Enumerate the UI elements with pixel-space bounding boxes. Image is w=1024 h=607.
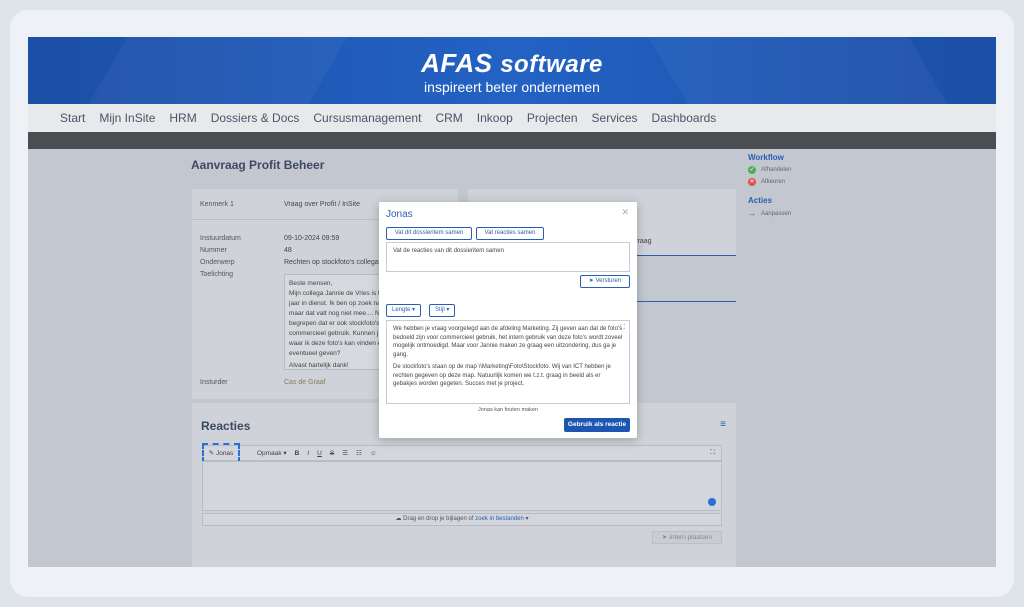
toolbar-strip (28, 132, 996, 149)
nav-crm[interactable]: CRM (435, 111, 462, 125)
kenmerk-label: Kenmerk 1 (200, 201, 234, 208)
nav-cursusmanagement[interactable]: Cursusmanagement (313, 111, 421, 125)
nav-hrm[interactable]: HRM (169, 111, 196, 125)
acties-aanpassen[interactable]: → Aanpassen (748, 209, 791, 218)
italic-icon[interactable]: I (307, 450, 309, 457)
answer-paragraph-2: De stockfoto's staan op de map \\Marketi… (393, 364, 611, 387)
logo-brand: AFAS (421, 48, 493, 78)
fullscreen-icon[interactable]: ⛶ (710, 449, 715, 457)
nav-dashboards[interactable]: Dashboards (652, 111, 717, 125)
sidebar: Workflow ✓ Afhandelen ✕ Afkeuren Acties → A… (748, 153, 791, 222)
intern-plaatsen-button[interactable]: ➤ Intern plaatsen (652, 531, 722, 544)
attachment-dropzone[interactable]: ☁ Drag en drop je bijlagen of zoek in be… (202, 513, 722, 526)
onderwerp-label: Onderwerp (200, 259, 235, 266)
bold-icon[interactable]: B (295, 450, 300, 457)
prompt-field[interactable]: Vat de reacties van dit dossieritem same… (386, 242, 630, 272)
emoji-icon[interactable]: ☺ (370, 450, 377, 457)
nav-start[interactable]: Start (60, 111, 85, 125)
summarize-item-button[interactable]: Vat dit dossieritem samen (386, 227, 472, 240)
summarize-reactions-button[interactable]: Vat reacties samen (476, 227, 544, 240)
insturder-value[interactable]: Cas de Graaf (284, 379, 326, 386)
toelichting-label: Toelichting (200, 271, 234, 278)
workflow-afhandelen[interactable]: ✓ Afhandelen (748, 166, 791, 174)
jonas-dialog: Jonas ✕ Vat dit dossieritem samen Vat re… (379, 202, 637, 438)
workflow-title: Workflow (748, 153, 784, 162)
page-title: Aanvraag Profit Beheer (191, 158, 325, 172)
bullet-list-icon[interactable]: ☰ (342, 449, 348, 457)
use-as-reaction-button[interactable]: Gebruik als reactie (564, 418, 630, 432)
wand-icon: ✎ (208, 450, 215, 457)
acties-title: Acties (748, 196, 773, 205)
nummer-value: 48 (284, 247, 292, 254)
onderwerp-value: Rechten op stockfoto's collega's (284, 259, 384, 266)
disclaimer: Jonas kan fouten maken (478, 407, 538, 413)
kenmerk-value: Vraag over Profit / InSite (284, 201, 360, 208)
underline-icon[interactable]: U (317, 450, 322, 457)
cloud-upload-icon: ☁ (395, 516, 402, 522)
answer-paragraph-1: We hebben je vraag voorgelegd aan de afd… (393, 326, 623, 358)
arrow-right-icon: → (748, 209, 756, 218)
instuurdatum-value: 09-10-2024 09:59 (284, 235, 340, 242)
reacties-title: Reacties (201, 419, 251, 433)
logo-suffix: software (500, 51, 603, 78)
lengte-dropdown[interactable]: Lengte ▾ (386, 304, 422, 317)
answer-field[interactable]: ⛶ We hebben je vraag voorgelegd aan de a… (386, 320, 630, 404)
numbered-list-icon[interactable]: ☷ (356, 449, 362, 457)
instuurdatum-label: Instuurdatum (200, 235, 241, 242)
logo-tagline: inspireert beter ondernemen (424, 79, 600, 95)
expand-icon[interactable]: ⛶ (620, 324, 625, 333)
nav-projecten[interactable]: Projecten (527, 111, 578, 125)
header-banner: AFAS software inspireert beter onderneme… (28, 37, 996, 104)
jonas-button[interactable]: ✎ Jonas (202, 443, 240, 463)
check-circle-icon (708, 498, 716, 506)
opmaak-dropdown[interactable]: Opmaak ▾ (249, 449, 287, 457)
send-button[interactable]: ➤ Versturen (580, 275, 630, 288)
nav-mijn-insite[interactable]: Mijn InSite (99, 111, 155, 125)
main-nav: Start Mijn InSite HRM Dossiers & Docs Cu… (28, 104, 996, 132)
logo[interactable]: AFAS software inspireert beter onderneme… (28, 49, 996, 95)
nummer-label: Nummer (200, 247, 227, 254)
insturder-label: Insturder (200, 379, 228, 386)
strikethrough-icon[interactable]: S (330, 450, 334, 457)
workflow-afkeuren[interactable]: ✕ Afkeuren (748, 178, 791, 186)
zoek-link[interactable]: zoek in bestanden (475, 516, 524, 522)
close-icon[interactable]: ✕ (621, 207, 629, 218)
stijl-dropdown[interactable]: Stijl ▾ (429, 304, 456, 317)
x-icon: ✕ (748, 178, 756, 186)
check-icon: ✓ (748, 166, 756, 174)
reactie-editor[interactable] (202, 461, 722, 511)
editor-toolbar: Opmaak ▾ B I U S ☰ ☷ ☺ ⛶ (202, 445, 722, 461)
nav-services[interactable]: Services (592, 111, 638, 125)
dialog-title: Jonas (386, 209, 413, 220)
nav-inkoop[interactable]: Inkoop (477, 111, 513, 125)
nav-dossiers[interactable]: Dossiers & Docs (211, 111, 300, 125)
sort-icon[interactable]: ≡ (720, 419, 726, 430)
